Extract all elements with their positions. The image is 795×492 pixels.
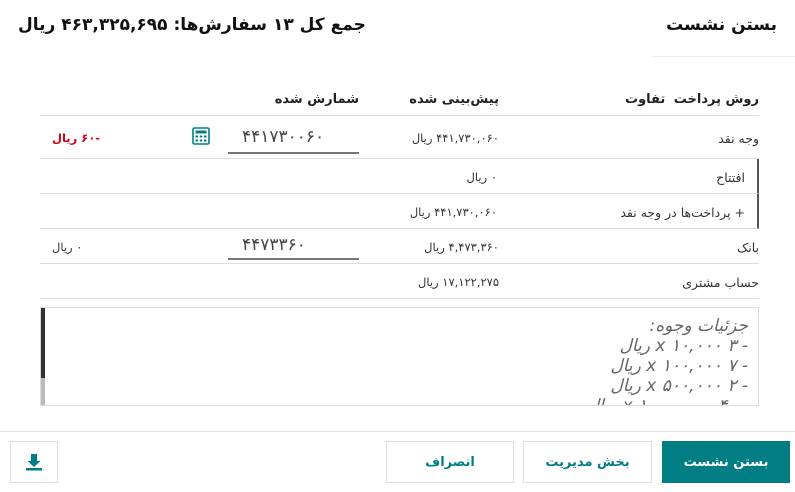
bank-counted-input[interactable] — [228, 231, 359, 260]
customer-account-expected: ۱۷,۱۲۲,۲۷۵ ریال — [417, 275, 499, 289]
dialog-title: بستن نشست — [666, 15, 777, 35]
table-row-cash: وجه نقد ۴۴۱,۷۳۰,۰۶۰ ریال -۶۰ ریال — [40, 116, 759, 159]
close-session-button[interactable]: بستن نشست — [662, 441, 790, 483]
download-button[interactable] — [10, 441, 58, 483]
table-row-customer-account: حساب مشتری ۱۷,۱۲۲,۲۷۵ ریال — [40, 264, 759, 299]
header-divider — [652, 56, 795, 57]
notes-textarea[interactable]: جزئیات وجوه: - ۳ x ۱۰,۰۰۰ ریال - ۷ x ۱۰۰… — [40, 307, 759, 406]
cash-expected: ۴۴۱,۷۳۰,۰۶۰ ریال — [411, 131, 499, 145]
table-row-cash-payments[interactable]: + پرداخت‌ها در وجه نقد ۴۴۱,۷۳۰,۰۶۰ ریال — [40, 194, 759, 229]
header-counted: شمارش شده — [274, 92, 359, 107]
opening-method: افتتاح — [716, 170, 745, 185]
calculator-icon — [192, 127, 210, 145]
table-row-bank: بانک ۴,۴۷۳,۳۶۰ ریال ۰ ریال — [40, 229, 759, 264]
cash-method: وجه نقد — [718, 131, 759, 146]
notes-line: - ۴۰ x ۱,۰۰۰,۰۰۰ ریال — [586, 396, 748, 406]
footer-divider — [0, 431, 795, 432]
notes-line: - ۷ x ۱۰۰,۰۰۰ ریال — [610, 356, 748, 376]
notes-line: - ۲ x ۵۰۰,۰۰۰ ریال — [610, 376, 748, 396]
payment-methods-table: روش پرداخت پیش‌بینی شده شمارش شده تفاوت … — [40, 82, 759, 299]
notes-line: - ۳ x ۱۰,۰۰۰ ریال — [619, 336, 748, 356]
customer-account-method: حساب مشتری — [682, 275, 759, 290]
notes-scrollbar-track[interactable] — [41, 378, 45, 405]
backend-button[interactable]: بخش مدیریت — [523, 441, 652, 483]
table-header: روش پرداخت پیش‌بینی شده شمارش شده تفاوت — [40, 82, 759, 116]
bank-difference: ۰ ریال — [52, 240, 83, 254]
opening-expected: ۰ ریال — [466, 170, 497, 184]
cash-counted-input[interactable] — [228, 122, 359, 154]
orders-total: جمع کل ۱۳ سفارش‌ها: ۴۶۳,۳۲۵,۶۹۵ ریال — [18, 15, 366, 35]
notes-scrollbar-thumb[interactable] — [41, 308, 45, 378]
cash-payments-method[interactable]: + پرداخت‌ها در وجه نقد — [620, 205, 745, 220]
calculator-button[interactable] — [190, 125, 212, 147]
notes-content: جزئیات وجوه: - ۳ x ۱۰,۰۰۰ ریال - ۷ x ۱۰۰… — [586, 316, 748, 406]
header-method: روش پرداخت — [673, 92, 759, 107]
bank-method: بانک — [737, 240, 759, 255]
dialog-header: بستن نشست جمع کل ۱۳ سفارش‌ها: ۴۶۳,۳۲۵,۶۹… — [0, 0, 795, 57]
download-icon — [26, 454, 42, 471]
bank-expected: ۴,۴۷۳,۳۶۰ ریال — [424, 240, 499, 254]
cash-difference: -۶۰ ریال — [52, 131, 101, 145]
header-expected: پیش‌بینی شده — [409, 92, 499, 107]
cash-payments-expected: ۴۴۱,۷۳۰,۰۶۰ ریال — [409, 205, 497, 219]
table-row-opening: افتتاح ۰ ریال — [40, 159, 759, 194]
discard-button[interactable]: انصراف — [386, 441, 514, 483]
notes-line: جزئیات وجوه: — [649, 316, 748, 336]
header-difference: تفاوت — [625, 92, 666, 107]
